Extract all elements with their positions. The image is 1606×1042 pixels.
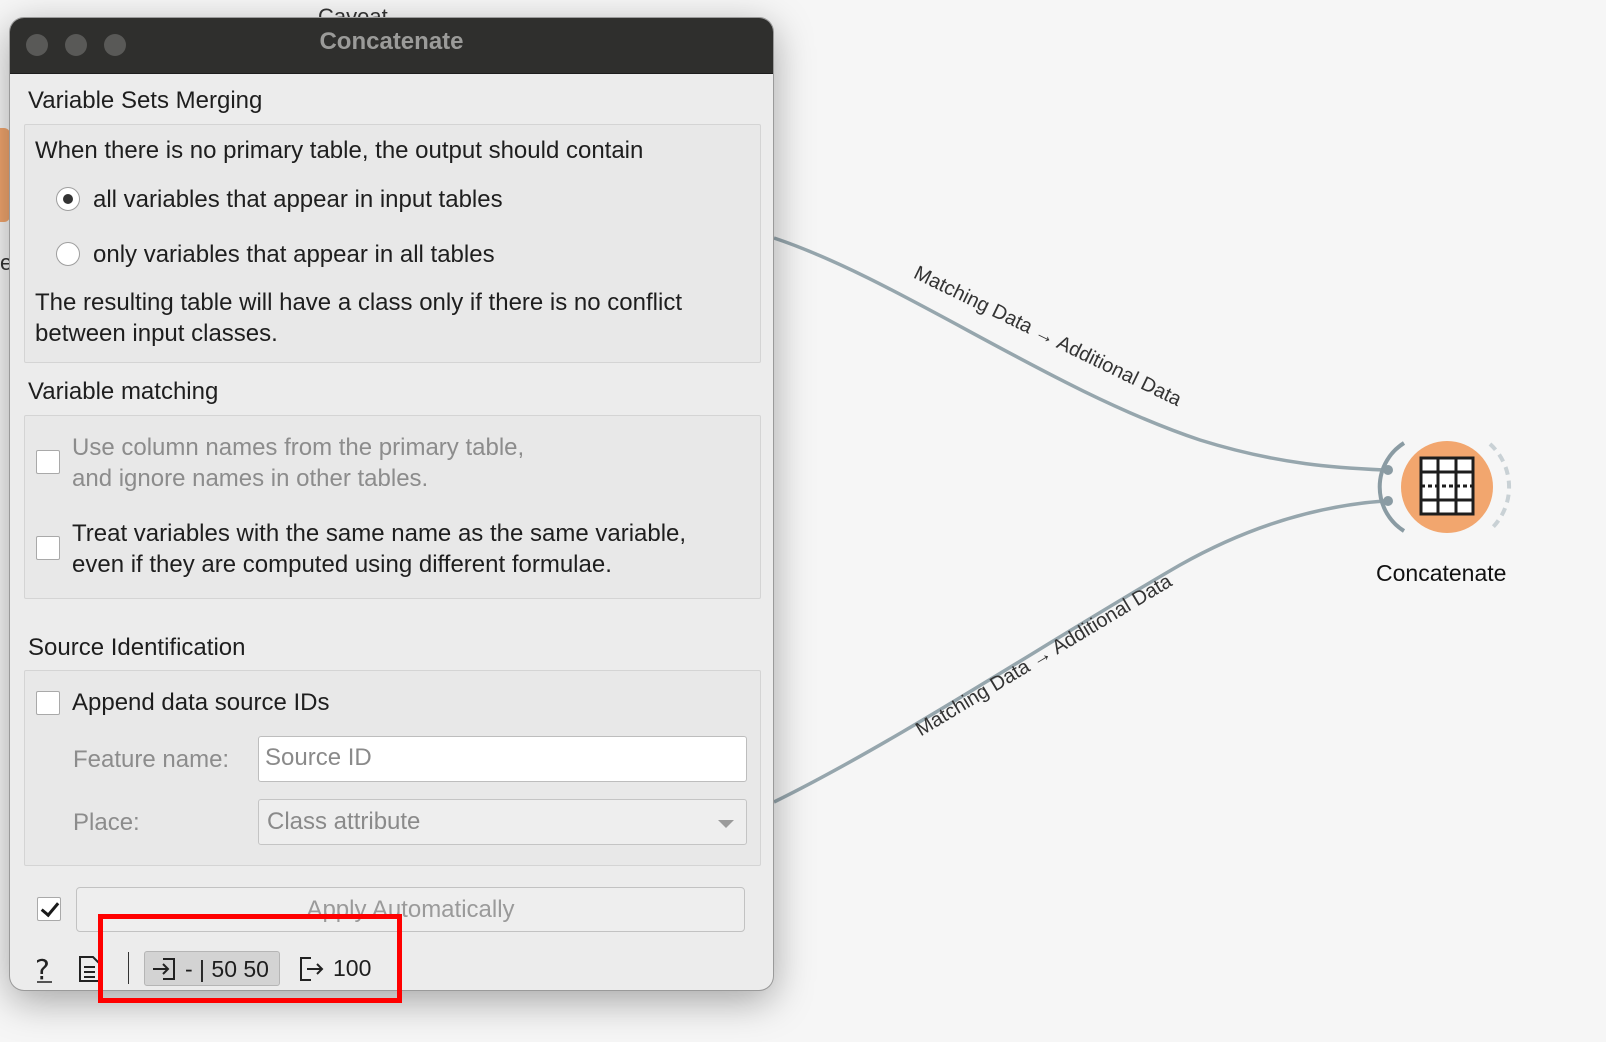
merging-section-title: Variable Sets Merging: [28, 87, 263, 114]
radio-all-variables[interactable]: [56, 187, 80, 211]
treat-same-name-checkbox[interactable]: [36, 536, 60, 560]
feature-name-input[interactable]: Source ID: [258, 736, 747, 782]
append-source-ids-checkbox[interactable]: [36, 691, 60, 715]
feature-name-label: Feature name:: [73, 746, 230, 773]
help-icon[interactable]: ?: [32, 954, 58, 984]
link-bottom[interactable]: [773, 499, 1385, 804]
partial-node-left[interactable]: [0, 128, 10, 222]
node-label: Concatenate: [1376, 560, 1507, 586]
window-title: Concatenate: [319, 28, 464, 55]
radio-common-variables[interactable]: [56, 242, 80, 266]
radio-common-variables-label[interactable]: only variables that appear in all tables: [93, 239, 495, 270]
merging-note-line2: between input classes.: [35, 320, 278, 347]
merging-prompt: When there is no primary table, the outp…: [35, 137, 644, 164]
use-primary-names-checkbox[interactable]: [36, 450, 60, 474]
radio-all-variables-label[interactable]: all variables that appear in input table…: [93, 184, 503, 215]
use-primary-names-label-line1[interactable]: Use column names from the primary table,: [72, 432, 524, 463]
svg-text:?: ?: [35, 954, 50, 984]
matching-section-title: Variable matching: [28, 378, 219, 405]
table-icon: [1419, 456, 1475, 516]
merging-note-line1: The resulting table will have a class on…: [35, 289, 682, 316]
concatenate-dialog: Concatenate Variable Sets Merging When t…: [10, 18, 773, 990]
place-select[interactable]: Class attribute: [258, 799, 747, 845]
chevron-down-icon: [718, 820, 734, 828]
treat-same-name-label-line2[interactable]: even if they are computed using differen…: [72, 549, 612, 580]
use-primary-names-label-line2[interactable]: and ignore names in other tables.: [72, 463, 428, 494]
apply-automatically-checkbox[interactable]: [37, 897, 61, 921]
treat-same-name-label-line1[interactable]: Treat variables with the same name as th…: [72, 518, 686, 549]
place-label: Place:: [73, 809, 140, 836]
concatenate-node[interactable]: [1377, 441, 1512, 533]
append-source-ids-label[interactable]: Append data source IDs: [72, 687, 330, 718]
title-bar[interactable]: Concatenate: [10, 18, 773, 74]
place-select-value: Class attribute: [267, 808, 421, 835]
source-section-title: Source Identification: [28, 634, 246, 661]
highlight-box: [98, 914, 402, 1003]
